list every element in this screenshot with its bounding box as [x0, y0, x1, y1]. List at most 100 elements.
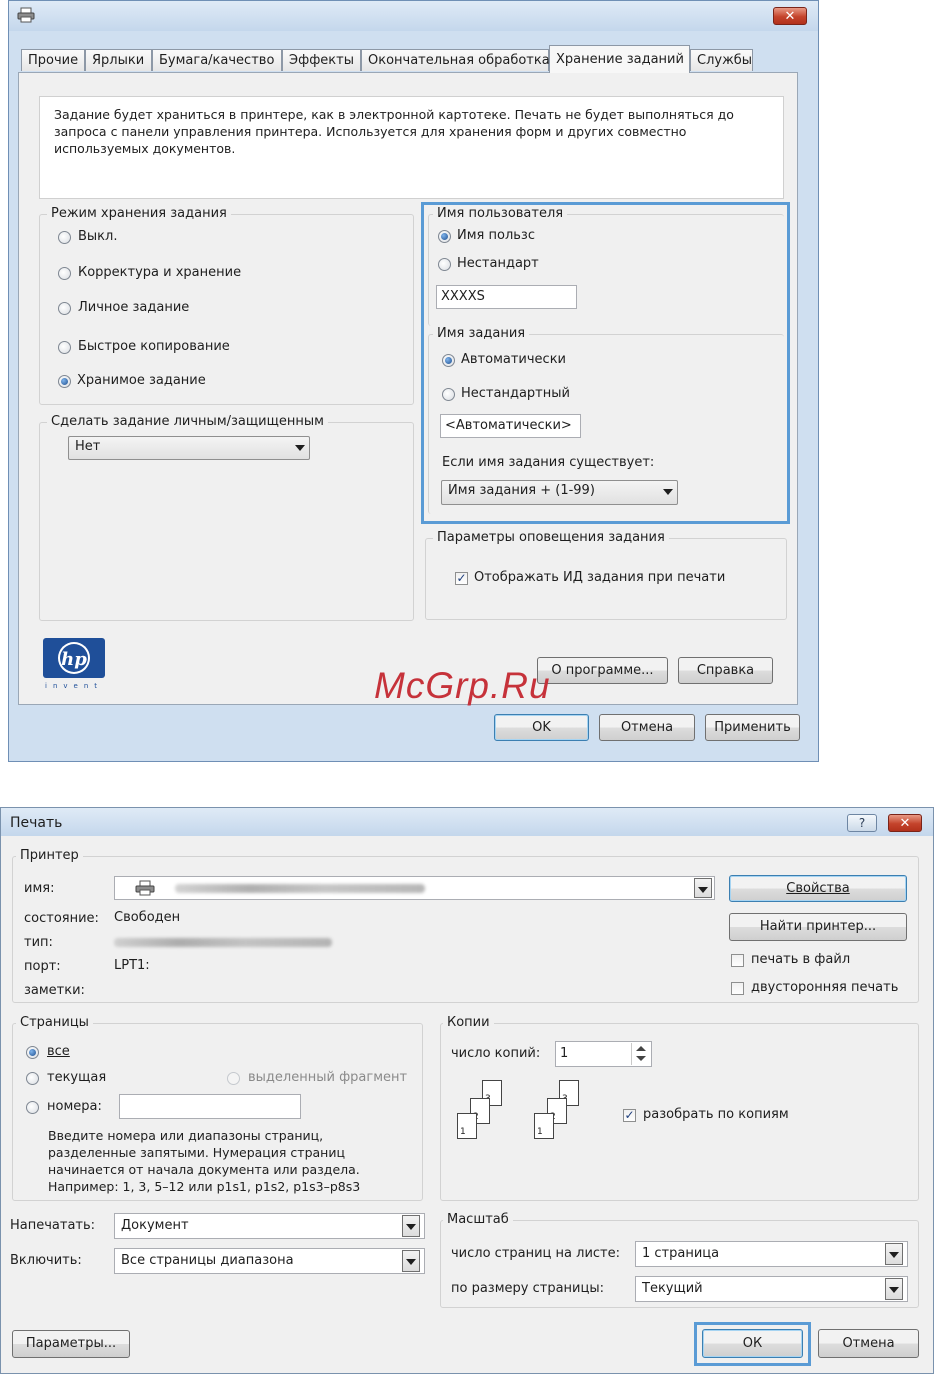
- chevron-down-icon: [698, 887, 708, 893]
- radio-off-label: Выкл.: [78, 229, 118, 244]
- private-job-label: Сделать задание личным/защищенным: [47, 414, 328, 429]
- printer-notes-label: заметки:: [24, 983, 85, 998]
- about-button[interactable]: О программе...: [537, 657, 668, 684]
- radio-pages-current-label: текущая: [47, 1070, 107, 1085]
- cancel-button[interactable]: Отмена: [599, 714, 695, 741]
- collate-label: разобрать по копиям: [643, 1107, 789, 1122]
- include-dropdown[interactable]: [402, 1250, 420, 1272]
- pages-per-sheet-dropdown[interactable]: [885, 1243, 903, 1265]
- help-icon[interactable]: ?: [847, 814, 877, 832]
- storage-mode-label: Режим хранения задания: [47, 206, 231, 221]
- close-button[interactable]: ✕: [888, 814, 922, 832]
- printer-port-label: порт:: [24, 959, 61, 974]
- printer-name-redacted: [175, 884, 425, 893]
- include-select[interactable]: Все страницы диапазона: [114, 1248, 425, 1274]
- show-job-id-checkbox[interactable]: ✓: [455, 572, 468, 585]
- radio-pages-numbers[interactable]: [26, 1101, 39, 1114]
- collate-illustration-2: 3 2 1: [527, 1080, 587, 1150]
- copies-spinner[interactable]: [631, 1043, 651, 1065]
- duplex-label: двусторонняя печать: [751, 980, 899, 995]
- radio-stored-job-label: Хранимое задание: [77, 373, 206, 388]
- radio-pages-selection[interactable]: [227, 1072, 240, 1085]
- collate-checkbox[interactable]: ✓: [623, 1109, 636, 1122]
- chevron-down-icon: [889, 1252, 899, 1258]
- tab-services[interactable]: Службы: [690, 49, 753, 71]
- copies-count-value: 1: [560, 1046, 569, 1061]
- radio-stored-job[interactable]: [58, 375, 71, 388]
- duplex-checkbox[interactable]: [731, 982, 744, 995]
- scale-dropdown[interactable]: [885, 1278, 903, 1300]
- scale-label: по размеру страницы:: [451, 1281, 604, 1296]
- pages-per-sheet-value: 1 страница: [642, 1246, 720, 1261]
- ok-button[interactable]: ОК: [702, 1329, 803, 1358]
- radio-quick-copy-label: Быстрое копирование: [78, 339, 230, 354]
- properties-button[interactable]: Свойства: [729, 875, 907, 902]
- radio-personal-job[interactable]: [58, 302, 71, 315]
- radio-personal-job-label: Личное задание: [78, 300, 190, 315]
- print-what-select[interactable]: Документ: [114, 1213, 425, 1239]
- radio-off[interactable]: [58, 231, 71, 244]
- pages-per-sheet-label: число страниц на листе:: [451, 1246, 620, 1261]
- tab-finishing[interactable]: Окончательная обработка: [361, 49, 550, 71]
- help-button[interactable]: Справка: [678, 657, 773, 684]
- include-label: Включить:: [10, 1253, 82, 1268]
- scale-value: Текущий: [642, 1281, 703, 1296]
- printer-name-dropdown[interactable]: [694, 878, 712, 898]
- page-numbers-hint: Введите номера или диапазоны страниц, ра…: [48, 1127, 360, 1195]
- find-printer-button[interactable]: Найти принтер...: [729, 913, 907, 941]
- close-button[interactable]: ✕: [773, 7, 807, 25]
- svg-text:hp: hp: [61, 649, 87, 670]
- printer-port-value: LPT1:: [114, 958, 150, 973]
- print-dialog-title: Печать: [10, 815, 63, 831]
- copies-count-label: число копий:: [451, 1046, 541, 1061]
- private-job-value: Нет: [75, 439, 101, 454]
- radio-pages-all[interactable]: [26, 1046, 39, 1059]
- print-to-file-checkbox[interactable]: [731, 954, 744, 967]
- radio-pages-all-label: все: [47, 1044, 70, 1059]
- printer-type-redacted: [114, 938, 332, 947]
- radio-pages-numbers-label: номера:: [47, 1099, 102, 1114]
- page-icon: 1: [457, 1113, 477, 1139]
- chevron-down-icon: [406, 1224, 416, 1230]
- hp-logo: hp invent: [43, 638, 107, 694]
- radio-quick-copy[interactable]: [58, 341, 71, 354]
- print-what-dropdown[interactable]: [402, 1215, 420, 1237]
- hint-line: разделенные запятыми. Нумерация страниц: [48, 1145, 345, 1160]
- printer-status-label: состояние:: [24, 911, 99, 926]
- print-what-label: Напечатать:: [10, 1218, 96, 1233]
- printer-name-select[interactable]: [114, 876, 715, 900]
- private-job-select[interactable]: Нет: [68, 436, 310, 460]
- zoom-group-label: Масштаб: [443, 1212, 513, 1227]
- tab-paper-quality[interactable]: Бумага/качество: [152, 49, 282, 71]
- printer-name-label: имя:: [24, 881, 55, 896]
- pages-per-sheet-select[interactable]: 1 страница: [635, 1241, 908, 1267]
- radio-pages-current[interactable]: [26, 1072, 39, 1085]
- radio-proof-hold[interactable]: [58, 267, 71, 280]
- tab-job-storage[interactable]: Хранение заданий: [549, 45, 690, 73]
- chevron-down-icon[interactable]: [636, 1056, 646, 1061]
- cancel-button[interactable]: Отмена: [818, 1329, 919, 1358]
- tab-other[interactable]: Прочие: [21, 49, 85, 71]
- printer-type-label: тип:: [24, 935, 53, 950]
- page-numbers-input[interactable]: [119, 1094, 301, 1119]
- options-button[interactable]: Параметры...: [12, 1330, 130, 1358]
- watermark-text: McGrp.Ru: [374, 665, 551, 706]
- collate-illustration-1: 3 2 1: [450, 1080, 510, 1150]
- hint-line: начинается от начала документа или разде…: [48, 1162, 360, 1177]
- tab-shortcuts[interactable]: Ярлыки: [85, 49, 152, 71]
- copies-group-label: Копии: [443, 1015, 494, 1030]
- ok-button[interactable]: OK: [494, 714, 589, 741]
- chevron-down-icon: [406, 1259, 416, 1265]
- print-what-value: Документ: [121, 1218, 189, 1233]
- include-value: Все страницы диапазона: [121, 1253, 294, 1268]
- scale-select[interactable]: Текущий: [635, 1276, 908, 1302]
- apply-button[interactable]: Применить: [705, 714, 800, 741]
- radio-pages-selection-label: выделенный фрагмент: [248, 1070, 408, 1085]
- chevron-down-icon: [889, 1287, 899, 1293]
- tab-effects[interactable]: Эффекты: [282, 49, 361, 71]
- hp-logo-icon: hp: [43, 638, 105, 678]
- title-bar: ✕: [9, 1, 818, 31]
- hint-line: Например: 1, 3, 5–12 или p1s1, p1s2, p1s…: [48, 1179, 361, 1194]
- print-title-bar: Печать ? ✕: [1, 808, 933, 836]
- chevron-up-icon[interactable]: [636, 1046, 646, 1051]
